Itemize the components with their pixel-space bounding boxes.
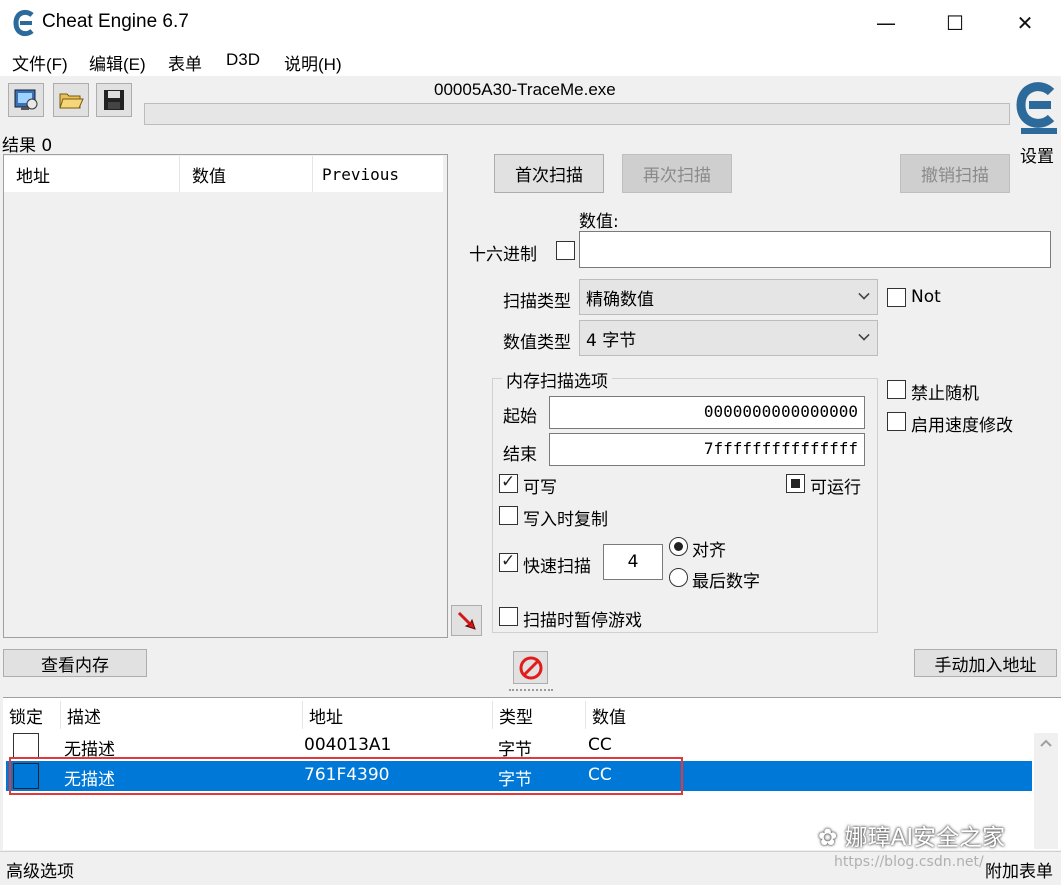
menu-d3d[interactable]: D3D: [226, 50, 260, 70]
hex-label: 十六进制: [469, 245, 537, 265]
watermark-text: 娜璋AI安全之家: [844, 825, 1006, 851]
result-count: 结果 0: [2, 136, 53, 156]
open-file-icon: [59, 93, 84, 109]
results-col-address[interactable]: 地址: [4, 156, 179, 192]
value-label: 数值:: [579, 212, 619, 232]
chevron-down-icon: [858, 329, 870, 341]
executable-checkbox[interactable]: [786, 474, 805, 493]
start-label: 起始: [503, 407, 537, 427]
executable-label: 可运行: [810, 478, 861, 498]
wechat-icon: ✿: [818, 825, 845, 851]
scan-type-value: 精确数值: [586, 289, 654, 310]
addr-col-type[interactable]: 类型: [499, 703, 533, 728]
no-random-checkbox[interactable]: [887, 380, 906, 399]
fast-scan-input[interactable]: 4: [603, 544, 663, 580]
undo-scan-button[interactable]: 撤销扫描: [900, 154, 1010, 193]
close-button[interactable]: ✕: [990, 0, 1060, 46]
pause-game-label: 扫描时暂停游戏: [523, 611, 642, 631]
save-button[interactable]: [96, 83, 132, 117]
cheat-engine-icon: [13, 9, 34, 37]
addr-col-lock[interactable]: 锁定: [9, 703, 43, 728]
row-address[interactable]: 004013A1: [304, 735, 391, 755]
view-memory-button[interactable]: 查看内存: [3, 649, 147, 677]
maximize-button[interactable]: ☐: [920, 0, 990, 46]
scan-type-select[interactable]: 精确数值: [579, 279, 878, 315]
addr-col-address[interactable]: 地址: [309, 703, 343, 728]
open-process-button[interactable]: [8, 83, 44, 117]
start-address-input[interactable]: 0000000000000000: [549, 396, 865, 429]
menu-file[interactable]: 文件(F): [12, 50, 68, 75]
chevron-down-icon: [858, 288, 870, 300]
fast-scan-label: 快速扫描: [523, 557, 591, 577]
column-divider: [302, 701, 303, 729]
process-name: 00005A30-TraceMe.exe: [434, 80, 616, 99]
annotation-red-box: [9, 757, 683, 795]
watermark-url: https://blog.csdn.net/: [834, 854, 984, 870]
minimize-button[interactable]: —: [851, 0, 921, 46]
last-digits-radio[interactable]: [669, 568, 688, 587]
writable-label: 可写: [523, 478, 557, 498]
open-process-icon: [14, 89, 38, 110]
value-type-select[interactable]: 4 字节: [579, 320, 878, 356]
red-arrow-icon: [457, 611, 476, 630]
menu-help[interactable]: 说明(H): [284, 50, 342, 75]
memory-scan-options-label: 内存扫描选项: [502, 367, 612, 392]
writable-checkbox[interactable]: [499, 472, 518, 493]
scan-type-label: 扫描类型: [503, 292, 571, 312]
not-checkbox[interactable]: [887, 288, 906, 307]
copy-to-table-button[interactable]: [451, 605, 482, 636]
results-col-value[interactable]: 数值: [180, 156, 312, 192]
table-extras[interactable]: 附加表单: [985, 857, 1053, 882]
settings-label[interactable]: 设置: [1020, 142, 1054, 167]
menu-bar: [0, 46, 1061, 76]
align-radio[interactable]: [669, 537, 688, 556]
results-list[interactable]: [3, 154, 448, 638]
stop-button[interactable]: [513, 651, 548, 684]
end-address-input[interactable]: 7fffffffffffffff: [549, 433, 865, 466]
end-label: 结束: [503, 445, 537, 465]
advanced-options[interactable]: 高级选项: [6, 857, 74, 882]
addr-col-description[interactable]: 描述: [67, 703, 101, 728]
add-address-button[interactable]: 手动加入地址: [914, 649, 1057, 677]
results-col-previous[interactable]: Previous: [313, 156, 443, 192]
settings-icon[interactable]: [1015, 80, 1061, 138]
splitter-handle[interactable]: [509, 689, 553, 693]
column-divider: [492, 701, 493, 729]
first-scan-button[interactable]: 首次扫描: [494, 154, 604, 193]
hex-checkbox[interactable]: [556, 241, 575, 260]
speedhack-checkbox[interactable]: [887, 412, 906, 431]
menu-edit[interactable]: 编辑(E): [89, 50, 146, 75]
column-divider: [585, 701, 586, 729]
last-digits-label: 最后数字: [692, 572, 760, 592]
fast-scan-checkbox[interactable]: [499, 551, 518, 572]
copy-on-write-label: 写入时复制: [523, 510, 608, 530]
not-label: Not: [911, 287, 941, 307]
copy-on-write-checkbox[interactable]: [499, 506, 518, 525]
lock-checkbox[interactable]: [13, 733, 39, 759]
value-type-label: 数值类型: [503, 333, 571, 353]
scan-progress-bar: [144, 103, 1010, 125]
no-entry-icon: [519, 656, 542, 679]
column-divider: [60, 701, 61, 729]
value-input[interactable]: [579, 231, 1051, 268]
addr-col-value[interactable]: 数值: [592, 703, 626, 728]
pause-game-checkbox[interactable]: [499, 607, 518, 626]
value-type-value: 4 字节: [586, 330, 637, 351]
align-label: 对齐: [692, 541, 726, 561]
save-icon: [104, 90, 124, 110]
next-scan-button[interactable]: 再次扫描: [622, 154, 732, 193]
menu-table[interactable]: 表单: [168, 50, 202, 75]
chevron-up-icon: [1040, 739, 1052, 747]
no-random-label: 禁止随机: [911, 384, 979, 404]
window-title: Cheat Engine 6.7: [42, 11, 189, 32]
open-file-button[interactable]: [53, 83, 89, 117]
speedhack-label: 启用速度修改: [911, 416, 1013, 436]
row-value[interactable]: CC: [588, 735, 612, 755]
